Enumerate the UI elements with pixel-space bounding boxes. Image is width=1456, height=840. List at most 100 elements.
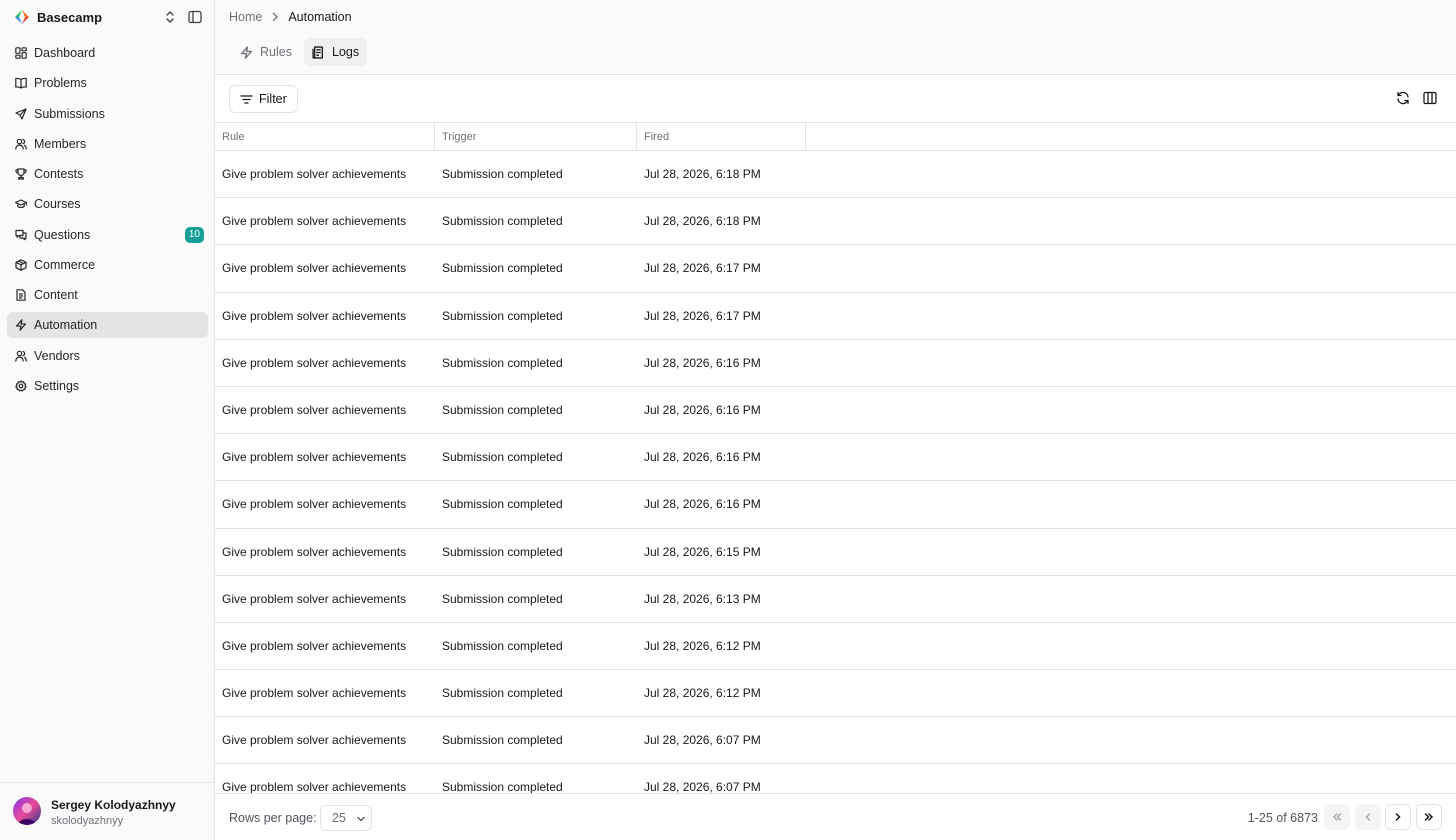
table-row[interactable]: Give problem solver achievements Submissi… bbox=[215, 151, 1456, 199]
fired-cell: Jul 28, 2026, 6:16 PM bbox=[644, 355, 761, 370]
table-row[interactable]: Give problem solver achievements Submissi… bbox=[215, 387, 1456, 435]
table-header: Rule Trigger Fired bbox=[215, 123, 1456, 151]
table-row[interactable]: Give problem solver achievements Submissi… bbox=[215, 481, 1456, 529]
rule-cell: Give problem solver achievements bbox=[222, 733, 407, 748]
sidebar-item-members[interactable]: Members bbox=[7, 131, 208, 157]
first-page-button[interactable] bbox=[1324, 804, 1350, 830]
chevrons-up-down-icon[interactable] bbox=[164, 10, 186, 24]
table-row[interactable]: Give problem solver achievements Submissi… bbox=[215, 623, 1456, 671]
basecamp-logo-icon bbox=[14, 9, 30, 25]
table-row[interactable]: Give problem solver achievements Submissi… bbox=[215, 764, 1456, 793]
table-row[interactable]: Give problem solver achievements Submissi… bbox=[215, 293, 1456, 340]
send-icon bbox=[15, 107, 27, 120]
fired-cell: Jul 28, 2026, 6:07 PM bbox=[644, 780, 761, 793]
table-row[interactable]: Give problem solver achievements Submissi… bbox=[215, 670, 1456, 718]
trigger-cell: Submission completed bbox=[442, 497, 563, 512]
filter-icon bbox=[240, 93, 253, 106]
table-row[interactable]: Give problem solver achievements Submissi… bbox=[215, 717, 1456, 765]
sidebar-item-commerce[interactable]: Commerce bbox=[7, 252, 208, 278]
rows-per-page-value: 25 bbox=[332, 811, 346, 825]
column-header-fired[interactable]: Fired bbox=[637, 123, 806, 151]
sidebar-item-submissions[interactable]: Submissions bbox=[7, 101, 208, 127]
zap-icon bbox=[240, 45, 253, 59]
rule-cell: Give problem solver achievements bbox=[222, 308, 407, 323]
sidebar-item-label: Vendors bbox=[34, 348, 80, 363]
next-page-button[interactable] bbox=[1385, 804, 1411, 830]
rows-per-page-select[interactable]: 25 bbox=[320, 805, 372, 831]
trigger-cell: Submission completed bbox=[442, 638, 563, 653]
fired-cell: Jul 28, 2026, 6:15 PM bbox=[644, 544, 761, 559]
rule-cell: Give problem solver achievements bbox=[222, 402, 407, 417]
package-icon bbox=[15, 258, 27, 271]
rule-cell: Give problem solver achievements bbox=[222, 214, 407, 229]
table-row[interactable]: Give problem solver achievements Submissi… bbox=[215, 576, 1456, 623]
table-row[interactable]: Give problem solver achievements Submissi… bbox=[215, 529, 1456, 576]
fired-cell: Jul 28, 2026, 6:13 PM bbox=[644, 591, 761, 606]
user-menu[interactable]: Sergey Kolodyazhnyy skolodyazhnyy bbox=[0, 782, 215, 840]
rule-cell: Give problem solver achievements bbox=[222, 355, 407, 370]
rule-cell: Give problem solver achievements bbox=[222, 261, 407, 276]
trigger-cell: Submission completed bbox=[442, 591, 563, 606]
trigger-cell: Submission completed bbox=[442, 780, 563, 793]
workspace-name: Basecamp bbox=[37, 9, 103, 25]
sidebar-item-settings[interactable]: Settings bbox=[7, 373, 208, 399]
sidebar-item-automation[interactable]: Automation bbox=[7, 312, 208, 339]
user-handle: skolodyazhnyy bbox=[51, 815, 124, 827]
last-page-button[interactable] bbox=[1416, 804, 1442, 830]
sidebar-item-label: Members bbox=[34, 136, 87, 151]
previous-page-button[interactable] bbox=[1355, 804, 1381, 830]
tab-label: Logs bbox=[331, 45, 360, 59]
trigger-cell: Submission completed bbox=[442, 450, 563, 465]
table-toolbar: Filter bbox=[215, 75, 1456, 123]
graduation-cap-icon bbox=[15, 198, 27, 210]
chevrons-right-icon bbox=[1423, 811, 1435, 823]
table-row[interactable]: Give problem solver achievements Submissi… bbox=[215, 340, 1456, 387]
sidebar-item-questions[interactable]: Questions 10 bbox=[7, 222, 208, 248]
rule-cell: Give problem solver achievements bbox=[222, 450, 407, 465]
trigger-cell: Submission completed bbox=[442, 686, 563, 701]
sidebar-item-content[interactable]: Content bbox=[7, 282, 208, 308]
sidebar-item-label: Problems bbox=[34, 76, 87, 91]
trigger-cell: Submission completed bbox=[442, 261, 563, 276]
fired-cell: Jul 28, 2026, 6:17 PM bbox=[644, 261, 761, 276]
rule-cell: Give problem solver achievements bbox=[222, 544, 407, 559]
breadcrumb-home-link[interactable]: Home bbox=[229, 10, 262, 24]
sidebar-item-vendors[interactable]: Vendors bbox=[7, 343, 208, 369]
trophy-icon bbox=[15, 168, 27, 180]
trigger-cell: Submission completed bbox=[442, 355, 563, 370]
fired-cell: Jul 28, 2026, 6:18 PM bbox=[644, 167, 761, 181]
tab-rules[interactable]: Rules bbox=[232, 38, 300, 66]
sidebar-item-label: Dashboard bbox=[34, 46, 96, 60]
sidebar-item-problems[interactable]: Problems bbox=[7, 70, 208, 96]
columns-icon[interactable] bbox=[1423, 91, 1437, 105]
column-header-rule[interactable]: Rule bbox=[215, 123, 435, 151]
book-icon bbox=[15, 77, 27, 89]
trigger-cell: Submission completed bbox=[442, 214, 563, 229]
logs-panel: Filter Rule Trigger Fired Give problem s… bbox=[215, 74, 1456, 840]
chevron-left-icon bbox=[1362, 811, 1374, 823]
fired-cell: Jul 28, 2026, 6:07 PM bbox=[644, 733, 761, 748]
fired-cell: Jul 28, 2026, 6:12 PM bbox=[644, 638, 761, 653]
rule-cell: Give problem solver achievements bbox=[222, 686, 407, 701]
sidebar-item-dashboard[interactable]: Dashboard bbox=[7, 40, 208, 66]
page-range: 1-25 of 6873 bbox=[1247, 811, 1318, 825]
sidebar-toggle-icon[interactable] bbox=[188, 10, 202, 24]
sidebar-item-contests[interactable]: Contests bbox=[7, 161, 208, 187]
sidebar-item-label: Automation bbox=[34, 318, 98, 333]
tab-label: Rules bbox=[260, 45, 292, 59]
table-row[interactable]: Give problem solver achievements Submissi… bbox=[215, 245, 1456, 293]
column-header-trigger[interactable]: Trigger bbox=[435, 123, 637, 151]
tab-logs[interactable]: Logs bbox=[303, 38, 368, 66]
sidebar-item-courses[interactable]: Courses bbox=[7, 191, 208, 217]
sidebar-nav: Dashboard Problems Submissions Members C… bbox=[7, 40, 208, 403]
filter-button[interactable]: Filter bbox=[229, 85, 298, 113]
table-row[interactable]: Give problem solver achievements Submissi… bbox=[215, 434, 1456, 482]
fired-cell: Jul 28, 2026, 6:16 PM bbox=[644, 450, 761, 465]
gear-icon bbox=[15, 379, 27, 392]
dashboard-icon bbox=[15, 47, 27, 59]
fired-cell: Jul 28, 2026, 6:17 PM bbox=[644, 308, 761, 323]
rule-cell: Give problem solver achievements bbox=[222, 167, 407, 181]
fired-cell: Jul 28, 2026, 6:16 PM bbox=[644, 402, 761, 417]
refresh-icon[interactable] bbox=[1396, 91, 1410, 105]
table-row[interactable]: Give problem solver achievements Submissi… bbox=[215, 198, 1456, 246]
